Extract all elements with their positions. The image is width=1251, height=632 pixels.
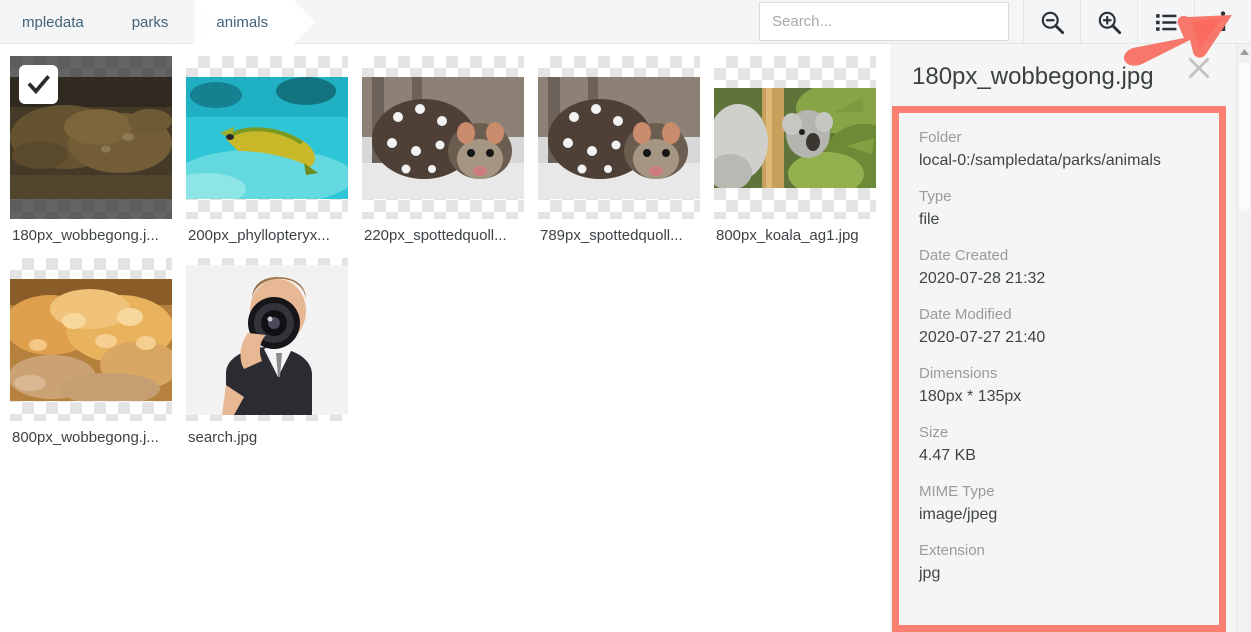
file-name-label: 800px_wobbegong.j... — [12, 429, 159, 446]
details-field: Dimensions 180px * 135px — [919, 363, 1219, 409]
file-manager-window: mpledata parks animals Search... 180px_w… — [0, 0, 1251, 632]
close-button[interactable] — [1185, 54, 1213, 82]
file-thumbnail[interactable] — [714, 56, 876, 219]
details-field-list: Folder local-0:/sampledata/parks/animals… — [899, 113, 1219, 625]
toolbar-icon-group — [1023, 0, 1251, 44]
list-view-button[interactable] — [1137, 0, 1194, 44]
details-field: Type file — [919, 186, 1219, 232]
scroll-up-button[interactable] — [1237, 44, 1251, 60]
breadcrumb-item-sampledata[interactable]: mpledata — [0, 0, 110, 44]
info-icon — [1211, 9, 1235, 35]
details-field: Date Modified 2020-07-27 21:40 — [919, 304, 1219, 350]
zoom-out-button[interactable] — [1023, 0, 1080, 44]
breadcrumb-label: animals — [216, 13, 269, 31]
breadcrumb-label: mpledata — [22, 13, 84, 31]
details-field-label: Type — [919, 188, 952, 205]
details-field-label: Folder — [919, 129, 962, 146]
search-area — [759, 0, 1023, 43]
file-tile[interactable]: 789px_spottedquoll... — [538, 56, 704, 244]
details-header: 180px_wobbegong.jpg — [890, 44, 1251, 106]
file-tile[interactable]: 200px_phyllopteryx... — [186, 56, 352, 244]
thumbnail-image — [714, 87, 876, 188]
details-field-value: file — [919, 211, 940, 228]
selection-checkbox[interactable] — [19, 65, 58, 104]
details-field-label: Dimensions — [919, 365, 998, 382]
toolbar: mpledata parks animals — [0, 0, 1251, 44]
file-name-label: search.jpg — [188, 429, 258, 446]
file-name-label: 220px_spottedquoll... — [364, 227, 507, 244]
file-tile[interactable]: search.jpg — [186, 258, 352, 446]
vertical-scrollbar[interactable] — [1236, 44, 1251, 632]
thumbnail-image — [10, 278, 172, 401]
file-thumbnail[interactable] — [538, 56, 700, 219]
file-thumbnail[interactable] — [186, 56, 348, 219]
zoom-in-button[interactable] — [1080, 0, 1137, 44]
file-name-label: 800px_koala_ag1.jpg — [716, 227, 859, 244]
details-field-label: MIME Type — [919, 483, 995, 500]
details-field-label: Date Modified — [919, 306, 1012, 323]
details-field-value: 4.47 KB — [919, 447, 976, 464]
info-button[interactable] — [1194, 0, 1251, 44]
list-view-icon — [1154, 10, 1179, 35]
chevron-up-icon — [1240, 49, 1249, 55]
zoom-in-icon — [1096, 9, 1123, 36]
details-field-label: Extension — [919, 542, 985, 559]
details-field-value: 180px * 135px — [919, 388, 1022, 405]
file-thumbnail[interactable] — [186, 258, 348, 421]
details-field-value: jpg — [919, 565, 941, 582]
search-input[interactable] — [759, 2, 1009, 41]
thumbnail-image — [538, 76, 700, 199]
breadcrumb: mpledata parks animals — [0, 0, 315, 44]
file-tile[interactable]: 800px_wobbegong.j... — [10, 258, 176, 446]
thumbnail-image — [186, 76, 348, 199]
details-field: Date Created 2020-07-28 21:32 — [919, 245, 1219, 291]
details-highlight-box: Folder local-0:/sampledata/parks/animals… — [892, 106, 1226, 632]
file-thumbnail[interactable] — [10, 258, 172, 421]
details-field-value: image/jpeg — [919, 506, 998, 523]
scrollbar-thumb[interactable] — [1239, 62, 1250, 212]
details-panel: 180px_wobbegong.jpg Folder local-0:/samp… — [890, 44, 1251, 632]
file-tile[interactable]: 800px_koala_ag1.jpg — [714, 56, 880, 244]
file-name-label: 200px_phyllopteryx... — [188, 227, 330, 244]
file-thumbnail[interactable] — [10, 56, 172, 219]
details-field: Extension jpg — [919, 540, 1219, 586]
details-field-value: 2020-07-27 21:40 — [919, 329, 1046, 346]
details-field-label: Size — [919, 424, 949, 441]
details-field-value: local-0:/sampledata/parks/animals — [919, 152, 1161, 169]
details-field: MIME Type image/jpeg — [919, 481, 1219, 527]
thumbnail-image — [362, 76, 524, 199]
details-field: Folder local-0:/sampledata/parks/animals — [919, 127, 1219, 173]
zoom-out-icon — [1039, 9, 1066, 36]
details-field-label: Date Created — [919, 247, 1009, 264]
details-title: 180px_wobbegong.jpg — [912, 63, 1154, 90]
file-name-label: 180px_wobbegong.j... — [12, 227, 159, 244]
details-field: Size 4.47 KB — [919, 422, 1219, 468]
close-icon — [1188, 57, 1210, 79]
thumbnail-image — [186, 264, 348, 415]
breadcrumb-label: parks — [131, 13, 169, 31]
file-tile[interactable]: 220px_spottedquoll... — [362, 56, 528, 244]
details-field-value: 2020-07-28 21:32 — [919, 270, 1046, 287]
file-grid: 180px_wobbegong.j... 200px_phyllopteryx.… — [0, 44, 890, 632]
file-name-label: 789px_spottedquoll... — [540, 227, 683, 244]
check-icon — [27, 75, 50, 95]
file-tile[interactable]: 180px_wobbegong.j... — [10, 56, 176, 244]
file-thumbnail[interactable] — [362, 56, 524, 219]
